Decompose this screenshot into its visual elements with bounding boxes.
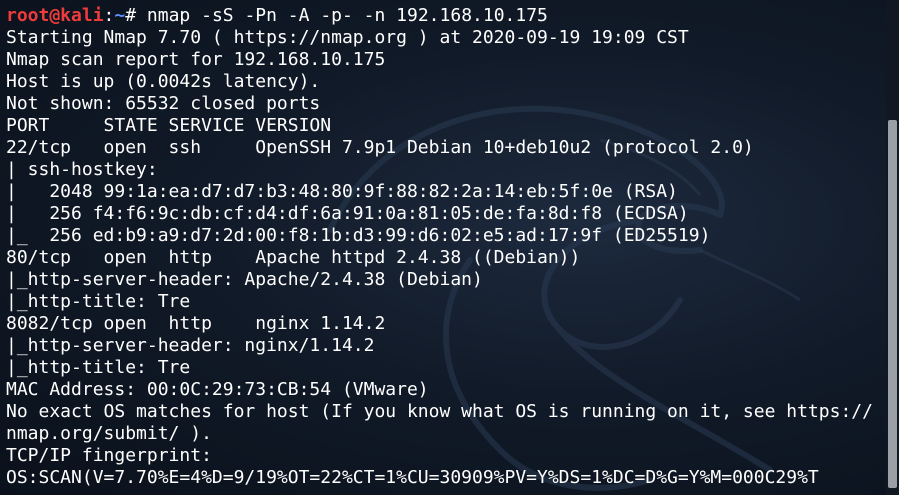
output-line: PORT STATE SERVICE VERSION: [6, 115, 332, 136]
output-line: | 256 f4:f6:9c:db:cf:d4:df:6a:91:0a:81:0…: [6, 203, 689, 224]
output-line: 8082/tcp open http nginx 1.14.2: [6, 313, 386, 334]
output-line: No exact OS matches for host (If you kno…: [6, 401, 873, 422]
output-line: |_http-title: Tre: [6, 357, 191, 378]
output-line: Starting Nmap 7.70 ( https://nmap.org ) …: [6, 27, 689, 48]
output-line: Nmap scan report for 192.168.10.175: [6, 49, 386, 70]
output-line: MAC Address: 00:0C:29:73:CB:54 (VMware): [6, 379, 429, 400]
command-line: root@kali:~# nmap -sS -Pn -A -p- -n 192.…: [6, 5, 884, 27]
output-line: |_ 256 ed:b9:a9:d7:2d:00:f8:1b:d3:99:d6:…: [6, 225, 711, 246]
terminal-output: root@kali:~# nmap -sS -Pn -A -p- -n 192.…: [6, 5, 884, 489]
output-line: |_http-server-header: Apache/2.4.38 (Deb…: [6, 269, 483, 290]
output-line: OS:SCAN(V=7.70%E=4%D=9/19%OT=22%CT=1%CU=…: [6, 467, 819, 488]
prompt-user: root@kali: [6, 5, 104, 26]
output-line: 22/tcp open ssh OpenSSH 7.9p1 Debian 10+…: [6, 137, 754, 158]
output-line: Host is up (0.0042s latency).: [6, 71, 321, 92]
output-line: nmap.org/submit/ ).: [6, 423, 212, 444]
prompt-path: ~: [114, 5, 126, 26]
prompt-separator: :: [103, 5, 115, 26]
scrollbar-thumb[interactable]: [888, 120, 897, 488]
output-line: | ssh-hostkey:: [6, 159, 158, 180]
output-line: 80/tcp open http Apache httpd 2.4.38 ((D…: [6, 247, 581, 268]
output-line: Not shown: 65532 closed ports: [6, 93, 321, 114]
output-line: |_http-server-header: nginx/1.14.2: [6, 335, 375, 356]
output-line: | 2048 99:1a:ea:d7:d7:b3:48:80:9f:88:82:…: [6, 181, 678, 202]
command-text: nmap -sS -Pn -A -p- -n 192.168.10.175: [146, 5, 548, 26]
scrollbar[interactable]: [886, 0, 899, 495]
prompt-symbol: #: [125, 5, 147, 26]
terminal-window[interactable]: root@kali:~# nmap -sS -Pn -A -p- -n 192.…: [0, 0, 899, 495]
output-line: |_http-title: Tre: [6, 291, 191, 312]
output-line: TCP/IP fingerprint:: [6, 445, 212, 466]
